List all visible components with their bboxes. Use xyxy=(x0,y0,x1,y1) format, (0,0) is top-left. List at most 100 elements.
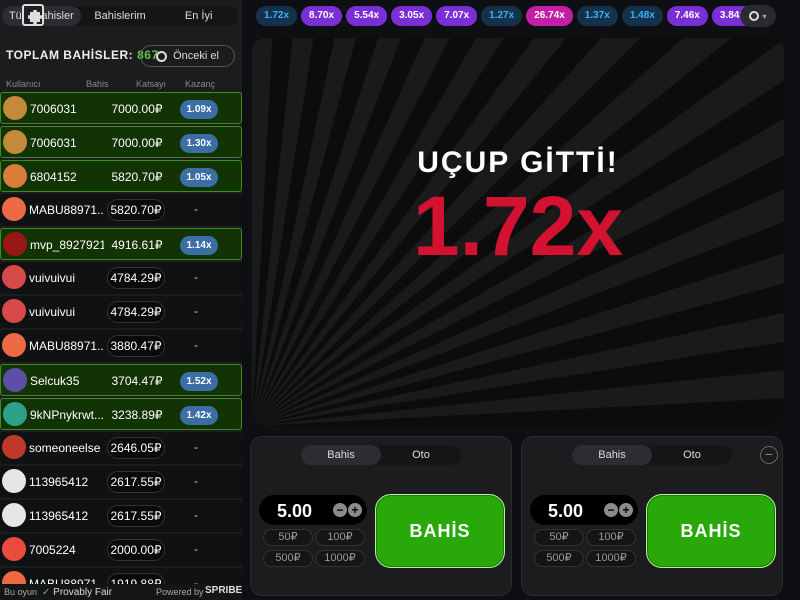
avatar xyxy=(3,232,27,256)
bet-amount: 4784.29₽ xyxy=(107,267,165,289)
tab-auto[interactable]: Oto xyxy=(381,445,461,465)
col-bet: Bahis xyxy=(86,79,109,89)
bet-row: mvp_8927921 4916.61₽ 1.14x xyxy=(0,228,242,260)
bet-mode-toggle: Bahis Oto xyxy=(301,445,461,465)
total-bets-label: TOPLAM BAHİSLER: xyxy=(6,48,134,62)
bet-amount-value[interactable]: 5.00 xyxy=(277,501,312,522)
bet-amount: 4916.61₽ xyxy=(111,238,163,252)
no-cashout: - xyxy=(194,270,198,284)
history-chip[interactable]: 5.54x xyxy=(346,6,388,26)
tab-my-bets[interactable]: Bahislerim xyxy=(81,6,160,26)
total-bets: TOPLAM BAHİSLER: 867 xyxy=(6,48,159,62)
quick-bet-1000[interactable]: 1000₽ xyxy=(586,550,636,567)
bet-username: 9kNPnykrwt... xyxy=(30,408,104,422)
minus-icon[interactable]: − xyxy=(333,503,347,517)
bet-amount: 7000.00₽ xyxy=(111,136,163,150)
quick-bet-100[interactable]: 100₽ xyxy=(315,529,365,546)
game-canvas: UÇUP GİTTİ! 1.72x xyxy=(252,38,784,426)
bet-username: 6804152 xyxy=(30,170,77,184)
bet-panel-2: Bahis Oto 5.00 − + 50₽ 100₽ 500₽ 1000₽ B… xyxy=(521,436,783,596)
avatar xyxy=(3,368,27,392)
history-chip[interactable]: 26.74x xyxy=(526,6,573,26)
dropdown-icon: ▾ xyxy=(762,11,767,21)
bets-panel: Tüm Bahisler Bahislerim En İyi TOPLAM BA… xyxy=(0,0,242,600)
history-chip[interactable]: 1.72x xyxy=(256,6,298,26)
spribe-logo: SPRIBE xyxy=(205,585,243,596)
bet-mode-toggle: Bahis Oto xyxy=(572,445,732,465)
history-chip[interactable]: 8.70x xyxy=(301,6,343,26)
bet-amount: 5820.70₽ xyxy=(107,199,165,221)
bet-username: vuivuivui xyxy=(29,305,76,319)
bet-row: 7005224 2000.00₽ - xyxy=(0,534,242,566)
bet-panel-1: Bahis Oto 5.00 − + 50₽ 100₽ 500₽ 1000₽ B… xyxy=(250,436,512,596)
bet-username: 113965412 xyxy=(29,475,89,489)
powered-by: Powered by xyxy=(156,587,204,597)
plus-icon[interactable]: + xyxy=(619,503,633,517)
bet-amount: 3704.47₽ xyxy=(111,374,163,388)
no-cashout: - xyxy=(194,202,198,216)
bet-username: vuivuivui xyxy=(29,271,76,285)
crash-multiplier: 1.72x xyxy=(412,179,624,273)
bet-row: 6804152 5820.70₽ 1.05x xyxy=(0,160,242,192)
quick-bet-1000[interactable]: 1000₽ xyxy=(315,550,365,567)
bet-username: mvp_8927921 xyxy=(30,238,104,252)
bet-row: 9kNPnykrwt... 3238.89₽ 1.42x xyxy=(0,398,242,430)
previous-hand-label: Önceki el xyxy=(173,50,219,62)
avatar xyxy=(2,299,26,323)
bet-amount-value[interactable]: 5.00 xyxy=(548,501,583,522)
history-chip[interactable]: 1.48x xyxy=(621,6,663,26)
remove-panel-icon[interactable]: − xyxy=(760,446,778,464)
bet-username: MABU88971... xyxy=(29,339,103,353)
cashout-multiplier: 1.52x xyxy=(180,372,218,391)
bet-row: 113965412 2617.55₽ - xyxy=(0,500,242,532)
history-chip[interactable]: 1.37x xyxy=(576,6,618,26)
bet-row: someoneelse 2646.05₽ - xyxy=(0,432,242,464)
fullscreen-icon[interactable] xyxy=(22,4,44,26)
history-chip[interactable]: 3.05x xyxy=(391,6,433,26)
place-bet-button[interactable]: BAHİS xyxy=(375,494,505,568)
plus-icon[interactable]: + xyxy=(348,503,362,517)
bet-row: vuivuivui 4784.29₽ - xyxy=(0,262,242,294)
no-cashout: - xyxy=(194,338,198,352)
avatar xyxy=(2,333,26,357)
provably-fair-label: Provably Fair xyxy=(53,587,113,598)
bet-amount: 2000.00₽ xyxy=(107,539,165,561)
avatar xyxy=(2,197,26,221)
quick-bet-50[interactable]: 50₽ xyxy=(534,529,584,546)
cashout-multiplier: 1.09x xyxy=(180,100,218,119)
cashout-multiplier: 1.14x xyxy=(180,236,218,255)
bet-username: 7006031 xyxy=(30,136,77,150)
avatar xyxy=(2,435,26,459)
provably-fair-link[interactable]: ✓ Provably Fair xyxy=(42,587,112,598)
bet-amount: 2617.55₽ xyxy=(107,505,165,527)
footer-this-game: Bu oyun xyxy=(4,587,38,597)
quick-bet-100[interactable]: 100₽ xyxy=(586,529,636,546)
bet-amount: 3880.47₽ xyxy=(107,335,165,357)
history-toggle-button[interactable]: ▾ xyxy=(740,5,776,27)
quick-bet-50[interactable]: 50₽ xyxy=(263,529,313,546)
history-chip[interactable]: 7.46x xyxy=(666,6,708,26)
bet-username: someoneelse xyxy=(29,441,101,455)
no-cashout: - xyxy=(194,474,198,488)
tab-bet[interactable]: Bahis xyxy=(572,445,652,465)
no-cashout: - xyxy=(194,440,198,454)
quick-bet-500[interactable]: 500₽ xyxy=(263,550,313,567)
no-cashout: - xyxy=(194,304,198,318)
tab-top[interactable]: En İyi xyxy=(159,6,238,26)
bet-amount-stepper: 5.00 − + xyxy=(530,495,638,525)
tab-bet[interactable]: Bahis xyxy=(301,445,381,465)
history-chip[interactable]: 7.07x xyxy=(436,6,478,26)
place-bet-button[interactable]: BAHİS xyxy=(646,494,776,568)
bet-row: 7006031 7000.00₽ 1.09x xyxy=(0,92,242,124)
bet-amount: 7000.00₽ xyxy=(111,102,163,116)
previous-hand-button[interactable]: Önceki el xyxy=(140,45,235,67)
tab-auto[interactable]: Oto xyxy=(652,445,732,465)
bet-username: Selcuk35 xyxy=(30,374,80,388)
aviator-game: Tüm Bahisler Bahislerim En İyi TOPLAM BA… xyxy=(0,0,800,600)
history-chip[interactable]: 1.27x xyxy=(481,6,523,26)
cashout-multiplier: 1.42x xyxy=(180,406,218,425)
flew-away-text: UÇUP GİTTİ! xyxy=(417,146,619,179)
quick-bet-500[interactable]: 500₽ xyxy=(534,550,584,567)
minus-icon[interactable]: − xyxy=(604,503,618,517)
history-icon xyxy=(749,11,760,21)
